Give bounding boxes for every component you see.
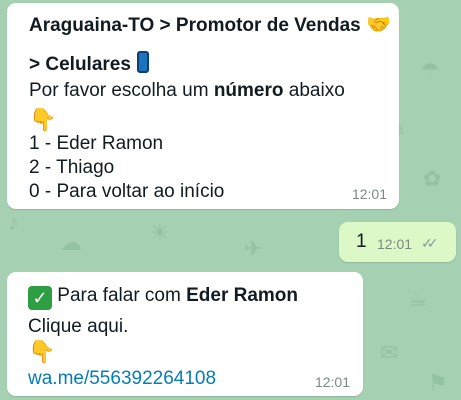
message-prompt: Por favor escolha um número abaixo [29, 80, 345, 101]
doodle-icon: ✉ [380, 340, 399, 365]
message-title: Araguaina-TO > Promotor de Vendas 🤝 [29, 14, 391, 36]
doodle-icon: ⚑ [428, 370, 448, 395]
message-line: ✓ Para falar com Eder Ramon [28, 285, 298, 310]
doodle-icon: ☀ [150, 220, 170, 245]
message-line: Clique aqui. [28, 316, 129, 337]
handshake-icon: 🤝 [365, 14, 391, 36]
pointing-down-icon: 👇 [29, 107, 57, 132]
message-bubble-incoming[interactable]: Araguaina-TO > Promotor de Vendas 🤝 > Ce… [7, 3, 399, 209]
menu-option: 2 - Thiago [29, 157, 115, 178]
doodle-icon: ☕ [408, 286, 428, 311]
read-double-check-icon: ✓✓ [421, 235, 439, 251]
doodle-icon: ☁ [60, 230, 82, 255]
message-subtitle: > Celulares [29, 51, 149, 76]
menu-option: 1 - Eder Ramon [29, 133, 164, 154]
checkmark-icon: ✓ [28, 286, 52, 310]
message-time: 12:01 [351, 186, 387, 202]
message-text: 1 [356, 231, 367, 252]
pointing-down-icon: 👇 [28, 339, 56, 364]
doodle-icon: ✿ [423, 166, 442, 191]
doodle-icon: ♪ [8, 210, 19, 235]
mobile-phone-icon [136, 51, 149, 73]
doodle-icon: ☂ [420, 58, 440, 83]
message-bubble-outgoing[interactable]: 1 12:01 ✓✓ [339, 222, 456, 262]
doodle-icon: ✈ [244, 236, 263, 261]
message-bubble-incoming[interactable]: ✓ Para falar com Eder Ramon Clique aqui.… [7, 272, 363, 396]
whatsapp-link[interactable]: wa.me/556392264108 [28, 368, 216, 390]
message-time: 12:01 [377, 236, 413, 252]
message-time: 12:01 [314, 374, 350, 390]
menu-option: 0 - Para voltar ao início [29, 181, 225, 202]
